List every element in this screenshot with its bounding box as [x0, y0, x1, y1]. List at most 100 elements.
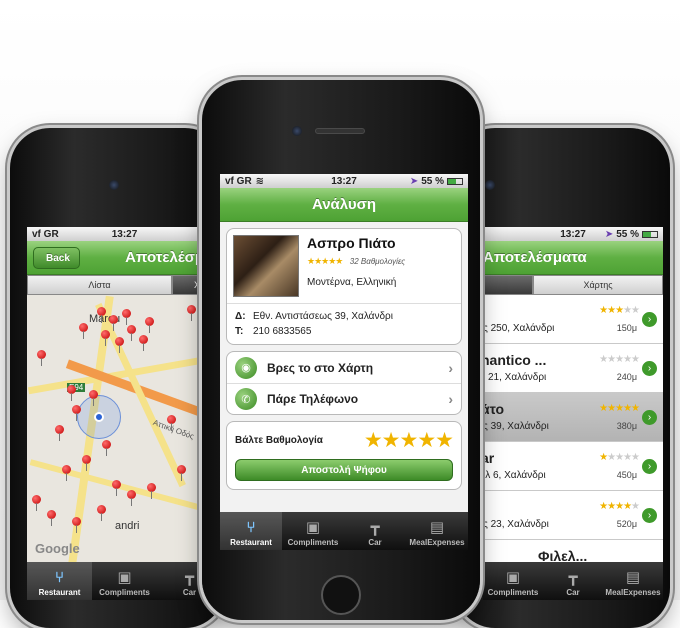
chevron-right-icon[interactable]: › [642, 508, 657, 523]
map-pin[interactable] [147, 483, 156, 499]
segment-list[interactable]: Λίστα [27, 275, 172, 295]
status-bar: vf GR 13:27 [27, 227, 222, 241]
map-district-label: andri [115, 520, 140, 532]
ratings-count: 32 Βαθμολογίες [349, 257, 406, 266]
segment-map[interactable]: Χάρτης [533, 275, 663, 295]
map-pin[interactable] [72, 405, 81, 421]
segmented-control: Χάρτης [483, 275, 663, 295]
tab-meal-expenses[interactable]: ▤ MealExpenses [603, 562, 663, 600]
restaurant-photo [233, 235, 299, 297]
status-time: 13:27 [111, 228, 138, 240]
map-pin[interactable] [82, 455, 91, 471]
tab-label: Restaurant [230, 538, 272, 547]
chevron-right-icon[interactable]: › [642, 312, 657, 327]
map-pin[interactable] [97, 505, 106, 521]
action-label: Βρες το στο Χάρτη [267, 360, 374, 375]
map-pin[interactable] [47, 510, 56, 526]
map-pin[interactable] [115, 337, 124, 353]
camera-icon [109, 180, 119, 190]
restaurant-address: ι 21, Χαλάνδρι [483, 372, 547, 383]
map-pin[interactable] [37, 350, 46, 366]
location-arrow-icon: ➤ [604, 228, 614, 240]
battery-icon [447, 177, 463, 185]
list-item[interactable]: nantico ... ι 21, Χαλάνδρι ★★★★★ 240μ › [483, 344, 663, 393]
map-pin[interactable] [32, 495, 41, 511]
actions-card: ◉ Βρες το στο Χάρτη › ✆ Πάρε Τηλέφωνο › [226, 351, 462, 415]
segmented-control: Λίστα Χ [27, 275, 222, 295]
map-pin[interactable] [127, 325, 136, 341]
fork-knife-icon: ⑂ [54, 569, 64, 586]
list-item[interactable]: ς 250, Χαλάνδρι ★★★★★ 150μ › [483, 295, 663, 344]
status-right: ➤ 55 % [605, 229, 658, 240]
tab-compliments[interactable]: ▣ Compliments [483, 562, 543, 600]
map-pin[interactable] [89, 390, 98, 406]
location-arrow-icon: ➤ [409, 175, 419, 187]
star-rating-input[interactable]: ★★★★★ [364, 428, 454, 453]
map-pin[interactable] [109, 315, 118, 331]
list-item-selected[interactable]: άτο ς 39, Χαλάνδρι ★★★★★ 380μ › [483, 393, 663, 442]
nav-title: Ανάλυση [311, 196, 377, 213]
map-pin[interactable] [167, 415, 176, 431]
tab-compliments[interactable]: ▣ Compliments [282, 512, 344, 550]
distance-label: 150μ [616, 323, 637, 333]
status-bar: 13:27 ➤ 55 % [483, 227, 663, 241]
map-pin[interactable] [102, 440, 111, 456]
submit-vote-button[interactable]: Αποστολή Ψήφου [235, 459, 453, 481]
tab-label: MealExpenses [605, 588, 661, 597]
home-button[interactable] [321, 575, 361, 615]
google-logo: Google [35, 541, 80, 556]
restaurant-name: nantico ... [483, 352, 547, 368]
left-phone: vf GR 13:27 Back Αποτελέσματ Λίστα Χ E94… [10, 128, 225, 628]
center-screen: vf GR ≋ 13:27 ➤ 55 % Ανάλυση Ασπρο Πιάτο… [220, 174, 468, 550]
tab-bar: ⑂ Restaurant ▣ Compliments ┳ Car [27, 562, 222, 600]
list-item[interactable]: ar ιλ 6, Χαλάνδρι ★★★★★ 450μ › [483, 442, 663, 491]
battery-icon [642, 230, 658, 238]
chevron-right-icon: › [448, 391, 453, 407]
gift-icon: ▣ [117, 569, 132, 586]
map-pin[interactable] [127, 490, 136, 506]
fork-knife-icon: ⑂ [246, 519, 256, 536]
map-pin[interactable] [55, 425, 64, 441]
map-pin[interactable] [187, 305, 196, 321]
tab-car[interactable]: ┳ Car [543, 562, 603, 600]
tab-restaurant[interactable]: ⑂ Restaurant [27, 562, 92, 600]
address-value: Εθν. Αντιστάσεως 39, Χαλάνδρι [253, 311, 393, 322]
call-button[interactable]: ✆ Πάρε Τηλέφωνο › [227, 383, 461, 414]
rating-stars: ★★★★★ [307, 256, 343, 266]
briefcase-icon: ▤ [625, 569, 641, 586]
map-pin[interactable] [145, 317, 154, 333]
map-pin[interactable] [177, 465, 186, 481]
distance-label: 450μ [616, 470, 637, 480]
map-pin[interactable] [101, 330, 110, 346]
map-pin[interactable] [97, 307, 106, 323]
tab-car[interactable]: ┳ Car [344, 512, 406, 550]
chevron-right-icon[interactable]: › [642, 410, 657, 425]
find-on-map-button[interactable]: ◉ Βρες το στο Χάρτη › [227, 352, 461, 383]
map-pin[interactable] [67, 385, 76, 401]
map-pin[interactable] [79, 323, 88, 339]
rating-stars: ★★★★★ [599, 305, 640, 316]
chevron-right-icon[interactable]: › [642, 361, 657, 376]
restaurant-address: ιλ 6, Χαλάνδρι [483, 470, 546, 481]
tab-meal-expenses[interactable]: ▤ MealExpenses [406, 512, 468, 550]
tab-label: Compliments [99, 588, 150, 597]
rating-stars: ★★★★★ [599, 501, 640, 512]
list-item[interactable]: ς 23, Χαλάνδρι ★★★★★ 520μ › [483, 491, 663, 540]
map-pin[interactable] [122, 309, 131, 325]
map-pin[interactable] [139, 335, 148, 351]
chevron-right-icon: › [448, 359, 453, 376]
gift-icon: ▣ [505, 569, 521, 586]
segment-list[interactable] [483, 275, 533, 295]
phone-value: 210 6833565 [253, 326, 312, 337]
map-pin[interactable] [72, 517, 81, 533]
map-pin[interactable] [62, 465, 71, 481]
cuisine-label: Μοντέρνα, Ελληνική [307, 277, 397, 288]
map-view[interactable]: E94 Αττική Οδός Marou andri Google [27, 295, 222, 562]
contact-info: Δ: Εθν. Αντιστάσεως 39, Χαλάνδρι Τ: 210 68… [227, 303, 461, 344]
tab-restaurant[interactable]: ⑂ Restaurant [220, 512, 282, 550]
back-button[interactable]: Back [33, 247, 80, 269]
chevron-right-icon[interactable]: › [642, 459, 657, 474]
tab-compliments[interactable]: ▣ Compliments [92, 562, 157, 600]
location-dot [94, 412, 104, 422]
map-pin[interactable] [112, 480, 121, 496]
